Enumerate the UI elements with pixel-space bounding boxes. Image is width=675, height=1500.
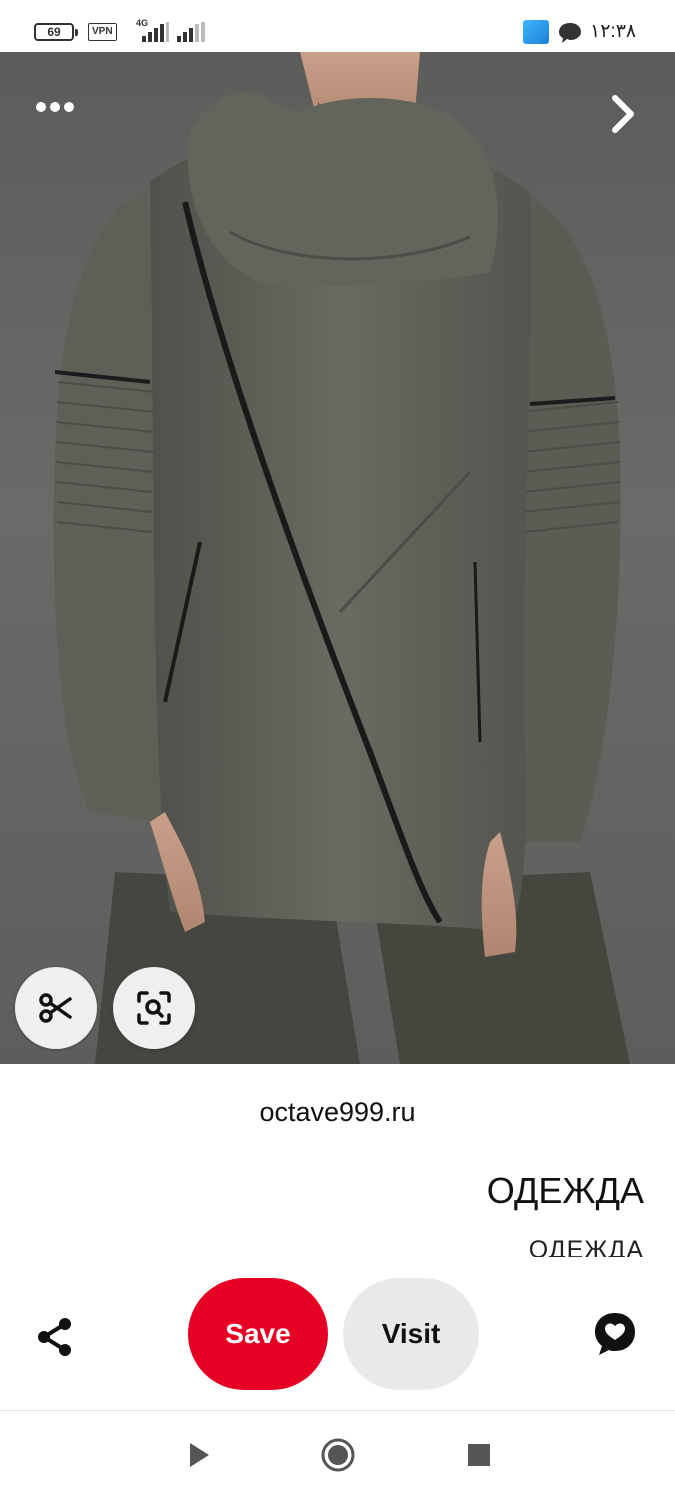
share-icon xyxy=(38,1318,71,1356)
home-icon[interactable] xyxy=(320,1437,356,1473)
cutout-tool-button[interactable] xyxy=(15,967,97,1049)
pin-source-link[interactable]: octave999.ru xyxy=(0,1097,675,1128)
system-nav-bar xyxy=(0,1411,675,1500)
visual-search-button[interactable] xyxy=(113,967,195,1049)
next-pin-button[interactable] xyxy=(601,92,645,136)
share-button[interactable] xyxy=(32,1314,78,1360)
scissors-icon xyxy=(39,993,72,1023)
pin-title: ОДЕЖДА xyxy=(486,1170,644,1211)
chevron-right-icon xyxy=(612,95,634,133)
pin-description-container: ОДЕЖДА xyxy=(244,1233,644,1257)
battery-indicator: 69 xyxy=(34,23,78,41)
chat-notification-icon xyxy=(559,23,581,43)
recents-icon[interactable] xyxy=(467,1443,491,1467)
comment-heart-icon xyxy=(595,1313,635,1355)
hoodie-photo xyxy=(53,52,630,1064)
back-icon[interactable] xyxy=(186,1441,212,1469)
more-horizontal-icon xyxy=(36,102,74,112)
vpn-badge: VPN xyxy=(88,23,117,41)
pin-action-bar: Save Visit xyxy=(0,1258,675,1410)
status-bar: 69 VPN 4G ۱۲:۳۸ xyxy=(0,0,675,52)
save-button[interactable]: Save xyxy=(188,1278,328,1390)
signal-strength-icon xyxy=(142,22,169,42)
status-clock: ۱۲:۳۸ xyxy=(590,21,637,42)
more-options-button[interactable] xyxy=(30,92,80,122)
pin-description: ОДЕЖДА xyxy=(528,1236,644,1257)
signal-strength-secondary-icon xyxy=(177,22,205,42)
visual-search-icon xyxy=(137,991,171,1025)
pin-image[interactable] xyxy=(0,52,675,1064)
pin-detail-screen: 69 VPN 4G ۱۲:۳۸ octave999.ru ОДЕЖДА ОДЕЖ… xyxy=(0,0,675,1500)
visit-button[interactable]: Visit xyxy=(343,1278,479,1390)
comment-button[interactable] xyxy=(590,1308,640,1360)
app-notification-icon xyxy=(523,20,549,44)
